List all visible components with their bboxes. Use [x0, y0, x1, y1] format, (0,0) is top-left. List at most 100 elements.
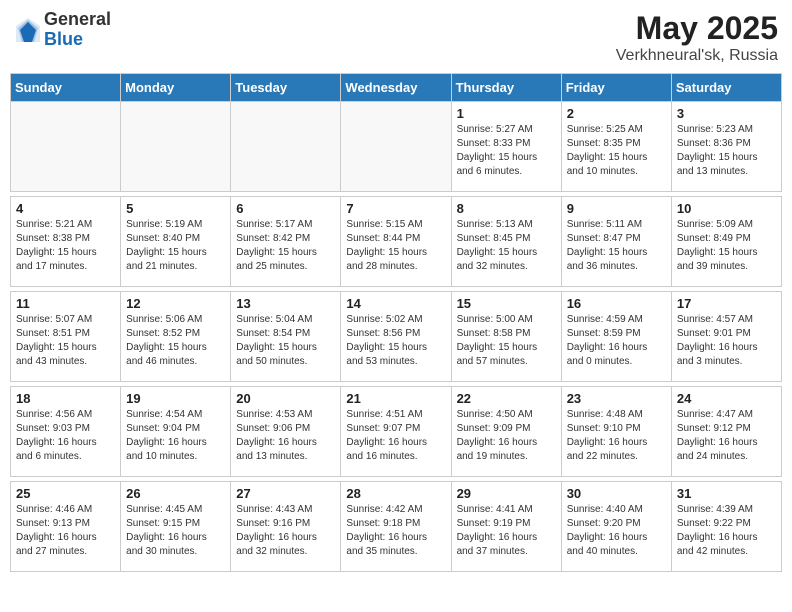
page-header: General Blue May 2025 Verkhneural'sk, Ru…	[10, 10, 782, 65]
calendar-cell: 1 Sunrise: 5:27 AM Sunset: 8:33 PM Daylig…	[451, 102, 561, 192]
day-info: Sunrise: 5:09 AM Sunset: 8:49 PM Dayligh…	[677, 218, 776, 274]
logo: General Blue	[14, 10, 111, 50]
week-row-5: 25 Sunrise: 4:46 AM Sunset: 9:13 PM Dayli…	[11, 482, 782, 572]
day-number: 30	[567, 486, 666, 501]
day-number: 15	[457, 296, 556, 311]
title-block: May 2025 Verkhneural'sk, Russia	[616, 10, 778, 65]
calendar-cell: 6 Sunrise: 5:17 AM Sunset: 8:42 PM Daylig…	[231, 197, 341, 287]
calendar-cell	[231, 102, 341, 192]
day-number: 8	[457, 201, 556, 216]
day-info: Sunrise: 5:06 AM Sunset: 8:52 PM Dayligh…	[126, 313, 225, 369]
calendar-cell: 13 Sunrise: 5:04 AM Sunset: 8:54 PM Dayli…	[231, 292, 341, 382]
day-number: 14	[346, 296, 445, 311]
calendar-cell: 19Sunrise: 4:54 AM Sunset: 9:04 PM Dayli…	[121, 387, 231, 477]
calendar-cell: 18 Sunrise: 4:56 AM Sunset: 9:03 PM Dayli…	[11, 387, 121, 477]
calendar-cell: 5 Sunrise: 5:19 AM Sunset: 8:40 PM Daylig…	[121, 197, 231, 287]
day-number: 19	[126, 391, 225, 406]
calendar-cell: 27 Sunrise: 4:43 AM Sunset: 9:16 PM Dayli…	[231, 482, 341, 572]
day-number: 7	[346, 201, 445, 216]
day-info: Sunrise: 4:51 AM Sunset: 9:07 PM Dayligh…	[346, 408, 445, 464]
day-info: Sunrise: 4:40 AM Sunset: 9:20 PM Dayligh…	[567, 503, 666, 559]
logo-blue-text: Blue	[44, 30, 111, 50]
day-info: Sunrise: 4:39 AM Sunset: 9:22 PM Dayligh…	[677, 503, 776, 559]
day-info: Sunrise: 4:46 AM Sunset: 9:13 PM Dayligh…	[16, 503, 115, 559]
day-info: Sunrise: 5:04 AM Sunset: 8:54 PM Dayligh…	[236, 313, 335, 369]
calendar-cell: 17 Sunrise: 4:57 AM Sunset: 9:01 PM Dayli…	[671, 292, 781, 382]
day-info: Sunrise: 5:11 AM Sunset: 8:47 PM Dayligh…	[567, 218, 666, 274]
day-number: 20	[236, 391, 335, 406]
day-number: 1	[457, 106, 556, 121]
day-info: Sunrise: 4:43 AM Sunset: 9:16 PM Dayligh…	[236, 503, 335, 559]
day-number: 25	[16, 486, 115, 501]
month-year-title: May 2025	[616, 10, 778, 47]
day-number: 9	[567, 201, 666, 216]
day-number: 12	[126, 296, 225, 311]
calendar-cell: 26Sunrise: 4:45 AM Sunset: 9:15 PM Dayli…	[121, 482, 231, 572]
weekday-header-tuesday: Tuesday	[231, 74, 341, 102]
day-info: Sunrise: 5:07 AM Sunset: 8:51 PM Dayligh…	[16, 313, 115, 369]
day-info: Sunrise: 5:19 AM Sunset: 8:40 PM Dayligh…	[126, 218, 225, 274]
day-number: 29	[457, 486, 556, 501]
calendar-cell: 25 Sunrise: 4:46 AM Sunset: 9:13 PM Dayli…	[11, 482, 121, 572]
week-row-2: 4 Sunrise: 5:21 AM Sunset: 8:38 PM Daylig…	[11, 197, 782, 287]
weekday-header-saturday: Saturday	[671, 74, 781, 102]
day-number: 28	[346, 486, 445, 501]
calendar-cell: 14 Sunrise: 5:02 AM Sunset: 8:56 PM Dayli…	[341, 292, 451, 382]
calendar-cell	[341, 102, 451, 192]
day-info: Sunrise: 5:21 AM Sunset: 8:38 PM Dayligh…	[16, 218, 115, 274]
logo-text: General Blue	[44, 10, 111, 50]
day-number: 31	[677, 486, 776, 501]
calendar-cell: 7Sunrise: 5:15 AM Sunset: 8:44 PM Daylig…	[341, 197, 451, 287]
calendar-cell: 3 Sunrise: 5:23 AM Sunset: 8:36 PM Daylig…	[671, 102, 781, 192]
day-info: Sunrise: 4:59 AM Sunset: 8:59 PM Dayligh…	[567, 313, 666, 369]
day-number: 4	[16, 201, 115, 216]
day-info: Sunrise: 5:02 AM Sunset: 8:56 PM Dayligh…	[346, 313, 445, 369]
day-info: Sunrise: 4:56 AM Sunset: 9:03 PM Dayligh…	[16, 408, 115, 464]
day-info: Sunrise: 4:57 AM Sunset: 9:01 PM Dayligh…	[677, 313, 776, 369]
day-number: 26	[126, 486, 225, 501]
day-info: Sunrise: 4:50 AM Sunset: 9:09 PM Dayligh…	[457, 408, 556, 464]
day-info: Sunrise: 4:53 AM Sunset: 9:06 PM Dayligh…	[236, 408, 335, 464]
week-row-1: 1 Sunrise: 5:27 AM Sunset: 8:33 PM Daylig…	[11, 102, 782, 192]
calendar-cell: 24Sunrise: 4:47 AM Sunset: 9:12 PM Dayli…	[671, 387, 781, 477]
day-info: Sunrise: 4:48 AM Sunset: 9:10 PM Dayligh…	[567, 408, 666, 464]
day-number: 3	[677, 106, 776, 121]
day-number: 5	[126, 201, 225, 216]
day-info: Sunrise: 5:27 AM Sunset: 8:33 PM Dayligh…	[457, 123, 556, 179]
day-number: 18	[16, 391, 115, 406]
day-number: 10	[677, 201, 776, 216]
calendar-cell	[121, 102, 231, 192]
day-number: 16	[567, 296, 666, 311]
day-number: 13	[236, 296, 335, 311]
week-row-4: 18 Sunrise: 4:56 AM Sunset: 9:03 PM Dayli…	[11, 387, 782, 477]
calendar-cell: 16 Sunrise: 4:59 AM Sunset: 8:59 PM Dayli…	[561, 292, 671, 382]
calendar-cell: 20 Sunrise: 4:53 AM Sunset: 9:06 PM Dayli…	[231, 387, 341, 477]
day-number: 17	[677, 296, 776, 311]
day-info: Sunrise: 5:00 AM Sunset: 8:58 PM Dayligh…	[457, 313, 556, 369]
calendar-cell: 10 Sunrise: 5:09 AM Sunset: 8:49 PM Dayli…	[671, 197, 781, 287]
calendar-cell: 9 Sunrise: 5:11 AM Sunset: 8:47 PM Daylig…	[561, 197, 671, 287]
weekday-header-monday: Monday	[121, 74, 231, 102]
day-number: 2	[567, 106, 666, 121]
calendar-cell: 31 Sunrise: 4:39 AM Sunset: 9:22 PM Dayli…	[671, 482, 781, 572]
day-number: 27	[236, 486, 335, 501]
day-info: Sunrise: 5:17 AM Sunset: 8:42 PM Dayligh…	[236, 218, 335, 274]
weekday-header-row: SundayMondayTuesdayWednesdayThursdayFrid…	[11, 74, 782, 102]
day-info: Sunrise: 5:13 AM Sunset: 8:45 PM Dayligh…	[457, 218, 556, 274]
weekday-header-thursday: Thursday	[451, 74, 561, 102]
calendar-cell: 4 Sunrise: 5:21 AM Sunset: 8:38 PM Daylig…	[11, 197, 121, 287]
day-number: 22	[457, 391, 556, 406]
day-number: 21	[346, 391, 445, 406]
calendar-cell: 2Sunrise: 5:25 AM Sunset: 8:35 PM Daylig…	[561, 102, 671, 192]
day-info: Sunrise: 4:41 AM Sunset: 9:19 PM Dayligh…	[457, 503, 556, 559]
day-number: 24	[677, 391, 776, 406]
day-number: 11	[16, 296, 115, 311]
calendar-cell: 8 Sunrise: 5:13 AM Sunset: 8:45 PM Daylig…	[451, 197, 561, 287]
weekday-header-sunday: Sunday	[11, 74, 121, 102]
day-number: 6	[236, 201, 335, 216]
logo-icon	[14, 16, 42, 44]
calendar-cell: 12 Sunrise: 5:06 AM Sunset: 8:52 PM Dayli…	[121, 292, 231, 382]
calendar-cell: 23Sunrise: 4:48 AM Sunset: 9:10 PM Dayli…	[561, 387, 671, 477]
calendar-cell: 15 Sunrise: 5:00 AM Sunset: 8:58 PM Dayli…	[451, 292, 561, 382]
day-info: Sunrise: 5:23 AM Sunset: 8:36 PM Dayligh…	[677, 123, 776, 179]
